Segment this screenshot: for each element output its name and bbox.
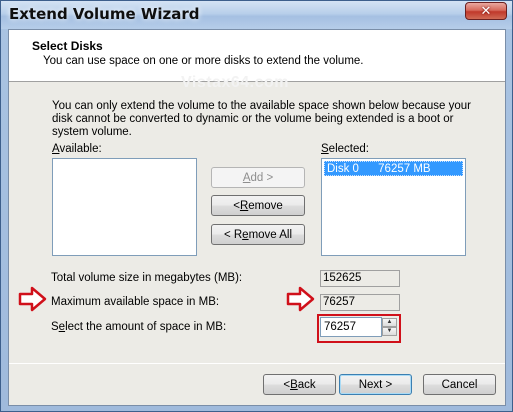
spin-up-icon[interactable]: ▲ [382,318,397,327]
available-listbox[interactable] [52,158,197,256]
selected-listbox[interactable]: Disk 0 76257 MB [321,158,466,256]
wizard-window: Extend Volume Wizard ✕ Select Disks You … [0,0,513,412]
title-bar[interactable]: Extend Volume Wizard ✕ [1,1,512,29]
watermark: Vistax64.com [181,74,289,91]
selected-label: Selected: [321,143,369,155]
right-arrow-icon [286,286,315,312]
total-size-field: 152625 [320,270,400,287]
page-title: Select Disks [32,39,103,53]
max-space-field: 76257 [320,294,400,311]
amount-label: Select the amount of space in MB: [51,321,227,333]
next-button[interactable]: Next > [339,374,412,395]
close-icon: ✕ [480,3,492,19]
amount-spinner[interactable]: ▲ ▼ [382,318,397,336]
remove-button[interactable]: < Remove [211,195,305,216]
available-label: Available: [52,143,102,155]
remove-all-button[interactable]: < Re move All [211,224,305,245]
back-button[interactable]: < Back [263,374,336,395]
intro-text: You can only extend the volume to the av… [52,100,471,138]
right-arrow-icon [18,286,47,312]
amount-input[interactable]: 76257 [320,317,382,337]
window-title: Extend Volume Wizard [9,5,200,23]
cancel-button[interactable]: Cancel [423,374,496,395]
disk-name: Disk 0 [327,163,359,175]
disk-size: 76257 MB [378,163,431,175]
close-button[interactable]: ✕ [465,2,507,20]
list-item[interactable]: Disk 0 76257 MB [324,161,463,176]
footer-divider [9,363,505,364]
total-size-label: Total volume size in megabytes (MB): [51,272,243,284]
wizard-body: Select Disks You can use space on one or… [8,29,506,406]
add-button[interactable]: Add > [211,167,305,188]
spin-down-icon[interactable]: ▼ [382,327,397,336]
max-space-label: Maximum available space in MB: [51,296,220,308]
page-subtitle: You can use space on one or more disks t… [43,55,364,67]
